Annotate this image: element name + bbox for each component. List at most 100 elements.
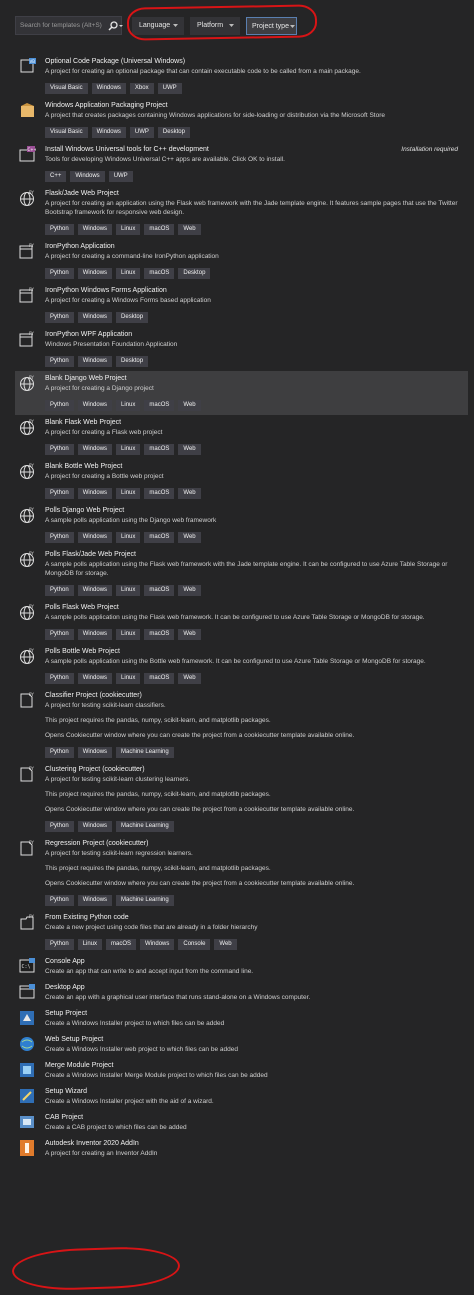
template-description: Windows Presentation Foundation Applicat…	[45, 341, 178, 348]
template-item[interactable]: PY Polls Django Web Project A sample polls…	[15, 503, 468, 547]
template-item[interactable]: PY Classifier Project (cookiecutter) A pro…	[15, 688, 468, 762]
template-name: Blank Bottle Web Project	[45, 463, 123, 470]
template-item[interactable]: PY IronPython WPF Application Windows Pres…	[15, 327, 468, 371]
template-list[interactable]: VB Optional Code Package (Universal Windo…	[15, 54, 468, 1162]
tag: Linux	[116, 224, 141, 235]
tag: Python	[45, 585, 74, 596]
template-name: Polls Django Web Project	[45, 507, 125, 514]
python-web-icon: PY	[20, 190, 34, 206]
tag: Windows	[77, 673, 113, 684]
language-filter[interactable]: Language	[132, 17, 184, 35]
template-tags: Python Windows Linux macOS Web	[45, 224, 468, 235]
python-ml-icon: PY	[20, 692, 34, 708]
template-item[interactable]: C++ Install Windows Universal tools for C…	[15, 142, 468, 186]
tag: Linux	[116, 585, 141, 596]
chevron-down-icon[interactable]	[119, 24, 123, 28]
tag: Linux	[77, 939, 103, 950]
template-item[interactable]: PY Clustering Project (cookiecutter) A pro…	[15, 762, 468, 836]
python-existing-icon: PY	[20, 914, 34, 930]
svg-text:PY: PY	[29, 419, 34, 424]
template-item[interactable]: PY Blank Bottle Web Project A project for …	[15, 459, 468, 503]
search-icon[interactable]	[107, 20, 119, 32]
tag: Web	[178, 444, 201, 455]
template-name: Web Setup Project	[45, 1036, 104, 1043]
template-item[interactable]: Desktop App Create an app with a graphica…	[15, 980, 468, 1006]
tag: Windows	[91, 127, 126, 138]
setup-wizard-icon	[20, 1089, 34, 1103]
python-app-icon: PY	[19, 243, 34, 259]
setup-project-icon	[20, 1011, 34, 1025]
template-description: A project for testing scikit-learn clust…	[45, 776, 191, 783]
template-tags: Python Windows Linux macOS Web	[45, 629, 468, 640]
template-item[interactable]: PY Blank Flask Web Project A project for c…	[15, 415, 468, 459]
template-item[interactable]: Merge Module Project Create a Windows Ins…	[15, 1058, 468, 1084]
tag: Python	[45, 939, 74, 950]
template-name: Console App	[45, 958, 85, 965]
tag: Machine Learning	[116, 747, 174, 758]
python-web-icon: PY	[20, 375, 34, 391]
installation-required-note: Installation required	[401, 146, 458, 153]
tag: Windows	[77, 312, 113, 323]
template-item[interactable]: PY Polls Flask Web Project A sample polls …	[15, 600, 468, 644]
tag: Linux	[116, 532, 141, 543]
tag: Windows	[140, 939, 175, 950]
template-item[interactable]: PY From Existing Python code Create a new …	[15, 910, 468, 954]
template-item[interactable]: PY Blank Django Web Project A project for …	[15, 371, 468, 415]
template-name: Setup Project	[45, 1010, 88, 1017]
template-item[interactable]: VB Optional Code Package (Universal Windo…	[15, 54, 468, 98]
template-tags: Python Windows Machine Learning	[45, 895, 468, 906]
template-item[interactable]: PY Polls Flask/Jade Web Project A sample p…	[15, 547, 468, 600]
template-item[interactable]: Web Setup Project Create a Windows Instal…	[15, 1032, 468, 1058]
tag: macOS	[144, 268, 175, 279]
template-note: Opens Cookiecutter window where you can …	[45, 806, 355, 813]
template-description: A project that creates packages containi…	[45, 112, 385, 119]
template-description: A project for creating a Bottle web proj…	[45, 473, 164, 480]
template-item[interactable]: Windows Application Packaging Project A p…	[15, 98, 468, 142]
tag: Python	[45, 268, 74, 279]
template-item[interactable]: Setup Project Create a Windows Installer …	[15, 1006, 468, 1032]
tag: Desktop	[116, 312, 149, 323]
python-web-icon: PY	[20, 419, 34, 435]
template-item[interactable]: PY Polls Bottle Web Project A sample polls…	[15, 644, 468, 688]
template-item[interactable]: PY IronPython Windows Forms Application A …	[15, 283, 468, 327]
template-name: Blank Django Web Project	[45, 375, 127, 382]
template-item[interactable]: PY Flask/Jade Web Project A project for cr…	[15, 186, 468, 239]
svg-text:VB: VB	[30, 59, 36, 64]
tag: macOS	[144, 629, 175, 640]
template-tags: Python Windows Linux macOS Web	[45, 532, 468, 543]
svg-text:PY: PY	[29, 914, 34, 919]
tag: Windows	[77, 356, 113, 367]
tag: Web	[214, 939, 237, 950]
template-description: A project for creating an optional packa…	[45, 68, 361, 75]
template-description: A project for testing scikit-learn class…	[45, 702, 166, 709]
project-type-filter[interactable]: Project type	[246, 17, 297, 35]
template-item[interactable]: PY Regression Project (cookiecutter) A pro…	[15, 836, 468, 910]
template-item[interactable]: PY IronPython Application A project for cr…	[15, 239, 468, 283]
template-description: A project for creating an Inventor AddIn	[45, 1150, 158, 1157]
console-app-icon: C:\	[19, 958, 35, 973]
inventor-addin-icon	[20, 1140, 34, 1156]
python-web-icon: PY	[20, 648, 34, 664]
template-item[interactable]: Autodesk Inventor 2020 AddIn A project fo…	[15, 1136, 468, 1162]
template-item[interactable]: C:\ Console App Create an app that can wri…	[15, 954, 468, 980]
tag: Web	[178, 532, 201, 543]
tag: Web	[178, 488, 201, 499]
tag: Windows	[77, 400, 113, 411]
template-description: Create a Windows Installer Merge Module …	[45, 1072, 268, 1079]
platform-filter[interactable]: Platform	[190, 17, 240, 35]
tag: Console	[178, 939, 211, 950]
svg-text:PY: PY	[29, 375, 34, 380]
template-description: A project for creating an application us…	[45, 200, 458, 216]
template-name: Regression Project (cookiecutter)	[45, 840, 149, 847]
search-input[interactable]: Search for templates (Alt+S)	[15, 16, 123, 35]
tag: Web	[178, 224, 201, 235]
tag: Windows	[77, 585, 113, 596]
svg-text:PY: PY	[29, 287, 34, 292]
tag: Windows	[77, 532, 113, 543]
svg-text:PY: PY	[29, 463, 34, 468]
tag: macOS	[106, 939, 137, 950]
template-item[interactable]: Setup Wizard Create a Windows Installer p…	[15, 1084, 468, 1110]
svg-text:C:\: C:\	[22, 964, 31, 970]
packaging-icon	[21, 103, 34, 117]
template-item[interactable]: CAB Project Create a CAB project to which…	[15, 1110, 468, 1136]
